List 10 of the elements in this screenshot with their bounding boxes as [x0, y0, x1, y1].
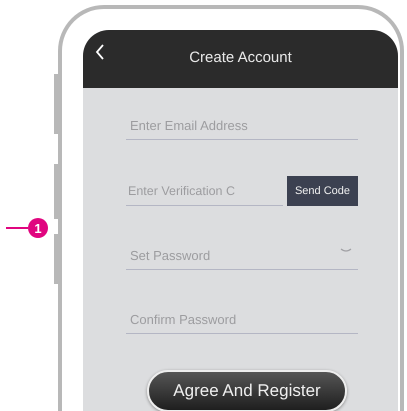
step-number-badge: 1: [28, 218, 48, 238]
leader-line: [6, 227, 28, 229]
back-icon[interactable]: [95, 44, 105, 60]
send-code-button[interactable]: Send Code: [286, 176, 358, 206]
input-field[interactable]: Enter Email Address: [126, 112, 358, 140]
input-field[interactable]: Enter Verification C: [126, 176, 283, 206]
input-field[interactable]: Confirm Password: [126, 306, 358, 334]
screen-title: Create Account: [189, 48, 292, 66]
password-field[interactable]: Set Password: [126, 242, 358, 270]
register-button[interactable]: Agree And Register: [147, 370, 347, 411]
